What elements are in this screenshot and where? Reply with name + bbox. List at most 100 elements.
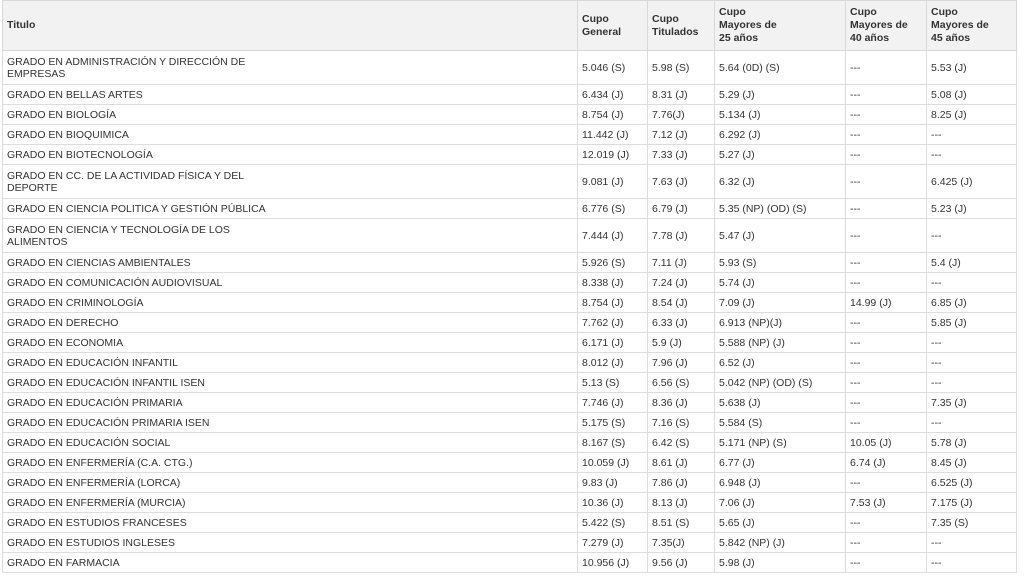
column-cupo-general-cell: 5.13 (S) [577, 372, 648, 393]
grades-table: Titulo Cupo General Cupo Titulados Cupo Mayore… [2, 0, 1017, 573]
table-row: GRADO EN ENFERMERÍA (LORCA) 9.83 (J) 7.86 … [2, 472, 1017, 493]
column-mayores-40-cell: --- [845, 198, 927, 219]
column-cupo-titulados-cell: 7.96 (J) [647, 352, 715, 373]
column-mayores-45-cell: 5.4 (J) [926, 252, 1017, 273]
column-cupo-titulados-cell: 7.35(J) [647, 532, 715, 553]
column-mayores-25-cell: 5.27 (J) [714, 144, 846, 165]
column-cupo-general-cell: 8.754 (J) [577, 104, 648, 125]
header-line: Titulo [7, 19, 36, 31]
header-line: Cupo [652, 12, 679, 25]
column-mayores-45-cell: --- [926, 532, 1017, 553]
header-line: Mayores de [931, 19, 989, 31]
column-cupo-titulados-cell: 6.42 (S) [647, 432, 715, 453]
column-mayores-25-cell: 5.584 (S) [714, 412, 846, 433]
column-mayores-25-cell: 7.06 (J) [714, 492, 846, 513]
column-mayores-25-cell: 5.93 (S) [714, 252, 846, 273]
table-row: GRADO EN EDUCACIÓN PRIMARIA 7.746 (J) 8.36… [2, 392, 1017, 413]
column-cupo-titulados-cell: 7.16 (S) [647, 412, 715, 433]
column-cupo-general-cell: 9.081 (J) [577, 164, 648, 199]
column-mayores-45-cell: 5.78 (J) [926, 432, 1017, 453]
degree-name-cell: GRADO EN ADMINISTRACIÓN Y DIRECCIÓN DE EM… [2, 50, 578, 85]
column-mayores-40-cell: --- [845, 104, 927, 125]
column-cupo-titulados-cell: 7.11 (J) [647, 252, 715, 273]
degree-name-cell: GRADO EN EDUCACIÓN INFANTIL ISEN [2, 372, 578, 393]
page: Titulo Cupo General Cupo Titulados Cupo Mayore… [2, 0, 1017, 573]
column-mayores-45-cell: 7.35 (J) [926, 392, 1017, 413]
column-mayores-40-cell: --- [845, 252, 927, 273]
header-line: Cupo [850, 6, 877, 18]
column-cupo-titulados-cell: 9.56 (J) [647, 552, 715, 573]
degree-name-cell: GRADO EN DERECHO [2, 312, 578, 333]
column-cupo-general-cell: 10.059 (J) [577, 452, 648, 473]
column-mayores-25-cell: 6.32 (J) [714, 164, 846, 199]
column-mayores-25-cell: 5.042 (NP) (OD) (S) [714, 372, 846, 393]
table-row: GRADO EN ENFERMERÍA (C.A. CTG.) 10.059 (J… [2, 452, 1017, 473]
column-mayores-45-cell: 5.85 (J) [926, 312, 1017, 333]
degree-name-cell: GRADO EN CIENCIAS AMBIENTALES [2, 252, 578, 273]
column-mayores-45-cell: 5.08 (J) [926, 84, 1017, 105]
degree-name-cell: GRADO EN CC. DE LA ACTIVIDAD FÍSICA Y DE… [2, 164, 578, 199]
column-cupo-general-cell: 10.956 (J) [577, 552, 648, 573]
column-cupo-general-cell: 6.776 (S) [577, 198, 648, 219]
header-line: Cupo [719, 6, 746, 18]
column-mayores-45-cell: 7.175 (J) [926, 492, 1017, 513]
column-mayores-40-cell: --- [845, 144, 927, 165]
column-cupo-titulados-cell: 8.31 (J) [647, 84, 715, 105]
table-row: GRADO EN BELLAS ARTES 6.434 (J) 8.31 (J) 5.… [2, 84, 1017, 105]
column-cupo-general-cell: 5.926 (S) [577, 252, 648, 273]
degree-name-cell: GRADO EN BIOLOGÍA [2, 104, 578, 125]
column-mayores-25-cell: 6.52 (J) [714, 352, 846, 373]
column-cupo-titulados-cell: 7.24 (J) [647, 272, 715, 293]
column-mayores-40-cell: --- [845, 164, 927, 199]
column-cupo-titulados-header: Cupo Titulados [647, 0, 715, 51]
column-cupo-titulados-cell: 7.78 (J) [647, 218, 715, 253]
column-mayores-25-cell: 5.74 (J) [714, 272, 846, 293]
header-line: Mayores de [850, 19, 908, 31]
column-mayores-45-cell: --- [926, 552, 1017, 573]
column-cupo-titulados-cell: 5.9 (J) [647, 332, 715, 353]
header-row: Titulo Cupo General Cupo Titulados Cupo Mayore… [2, 0, 1017, 51]
column-cupo-general-cell: 8.012 (J) [577, 352, 648, 373]
column-mayores-45-cell: --- [926, 124, 1017, 145]
column-mayores-45-cell: --- [926, 372, 1017, 393]
header-line: Cupo [931, 6, 958, 18]
column-mayores-45-cell: --- [926, 332, 1017, 353]
column-cupo-titulados-cell: 8.51 (S) [647, 512, 715, 533]
column-cupo-titulados-cell: 7.86 (J) [647, 472, 715, 493]
column-mayores-25-cell: 7.09 (J) [714, 292, 846, 313]
column-mayores-40-cell: --- [845, 372, 927, 393]
header-line: Cupo [582, 12, 609, 25]
degree-name-cell: GRADO EN BIOTECNOLOGÍA [2, 144, 578, 165]
degree-name-cell: GRADO EN BELLAS ARTES [2, 84, 578, 105]
column-mayores-40-cell: --- [845, 50, 927, 85]
column-mayores-45-cell: 8.45 (J) [926, 452, 1017, 473]
column-cupo-titulados-cell: 7.76(J) [647, 104, 715, 125]
header-line: General [582, 25, 622, 38]
degree-name-cell: GRADO EN EDUCACIÓN INFANTIL [2, 352, 578, 373]
table-row: GRADO EN ESTUDIOS INGLESES 7.279 (J) 7.35(… [2, 532, 1017, 553]
table-row: GRADO EN EDUCACIÓN PRIMARIA ISEN 5.175 (S… [2, 412, 1017, 433]
table-row: GRADO EN BIOQUIMICA 11.442 (J) 7.12 (J) 6.2… [2, 124, 1017, 145]
column-mayores-25-cell: 5.171 (NP) (S) [714, 432, 846, 453]
table-row: GRADO EN ECONOMIA 6.171 (J) 5.9 (J) 5.588 (… [2, 332, 1017, 353]
column-mayores-40-cell: --- [845, 272, 927, 293]
column-cupo-titulados-cell: 7.33 (J) [647, 144, 715, 165]
column-cupo-general-cell: 7.762 (J) [577, 312, 648, 333]
column-cupo-general-cell: 8.754 (J) [577, 292, 648, 313]
column-mayores-45-cell: --- [926, 352, 1017, 373]
degree-name-cell: GRADO EN CIENCIA Y TECNOLOGÍA DE LOS ALIM… [2, 218, 578, 253]
table-row: GRADO EN CIENCIA Y TECNOLOGÍA DE LOS ALIM… [2, 218, 1017, 253]
table-row: GRADO EN EDUCACIÓN INFANTIL 8.012 (J) 7.96… [2, 352, 1017, 373]
column-cupo-general-cell: 12.019 (J) [577, 144, 648, 165]
column-cupo-titulados-cell: 7.63 (J) [647, 164, 715, 199]
degree-name-cell: GRADO EN EDUCACIÓN SOCIAL [2, 432, 578, 453]
column-cupo-titulados-cell: 5.98 (S) [647, 50, 715, 85]
column-cupo-titulados-cell: 8.36 (J) [647, 392, 715, 413]
degree-name-cell: GRADO EN BIOQUIMICA [2, 124, 578, 145]
column-cupo-general-header: Cupo General [577, 0, 648, 51]
column-cupo-general-cell: 7.444 (J) [577, 218, 648, 253]
degree-name-cell: GRADO EN ESTUDIOS INGLESES [2, 532, 578, 553]
degree-name-cell: GRADO EN CIENCIA POLITICA Y GESTIÓN PÚBL… [2, 198, 578, 219]
degree-name-cell: GRADO EN EDUCACIÓN PRIMARIA ISEN [2, 412, 578, 433]
column-mayores-45-cell: --- [926, 218, 1017, 253]
